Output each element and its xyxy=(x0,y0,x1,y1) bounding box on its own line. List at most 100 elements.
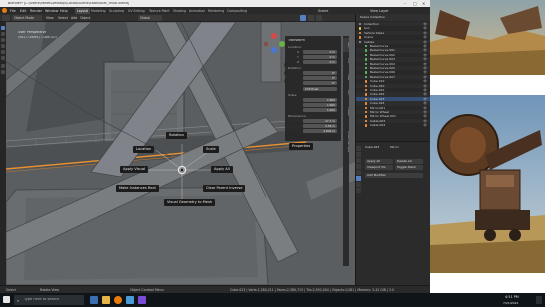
dimensions-x-field[interactable]: 17.7 m xyxy=(303,119,337,124)
viewport-vis-button[interactable]: Viewport Vis xyxy=(365,165,393,170)
browser-icon[interactable] xyxy=(126,296,134,304)
material-shading-button[interactable] xyxy=(308,15,314,21)
header-select-menu[interactable]: Select xyxy=(58,16,68,20)
annotate-tool-icon[interactable] xyxy=(1,64,5,68)
header-add-menu[interactable]: Add xyxy=(71,16,77,20)
scale-x-field[interactable]: 1.000 xyxy=(303,98,337,103)
menu-help[interactable]: Help xyxy=(60,9,68,13)
object-type-icon xyxy=(365,111,368,114)
move-tool-icon[interactable] xyxy=(1,38,5,42)
dimensions-y-field[interactable]: 4.59 m xyxy=(303,124,337,129)
transform-tool-icon[interactable] xyxy=(1,56,5,60)
workspace-tab-compositing[interactable]: Compositing xyxy=(227,9,247,13)
sidebar-tab-item[interactable]: Item xyxy=(343,38,349,52)
pie-item-rotation[interactable]: Rotation xyxy=(166,132,188,139)
sidebar-tab-screencast-keys[interactable]: Screencast Keys xyxy=(343,122,349,162)
sidebar-tab-create[interactable]: Create xyxy=(343,102,349,120)
workspace-tab-shading[interactable]: Shading xyxy=(173,9,186,13)
pie-item-scale[interactable]: Scale xyxy=(203,146,219,153)
pie-item-visual-geometry-to-mesh[interactable]: Visual Geometry to Mesh xyxy=(164,199,216,206)
blender-logo-icon[interactable] xyxy=(2,8,7,13)
workspace-tab-modeling[interactable]: Modeling xyxy=(91,9,106,13)
workspace-tab-animation[interactable]: Animation xyxy=(189,9,205,13)
location-z-field[interactable]: 0 m xyxy=(303,60,337,65)
properties-tab-output-icon[interactable] xyxy=(356,158,361,163)
start-button-icon[interactable] xyxy=(3,296,10,303)
measure-tool-icon[interactable] xyxy=(1,70,5,74)
outliner-header: Scene Collection xyxy=(356,14,431,21)
workspace-tab-uv-editing[interactable]: UV Editing xyxy=(128,9,145,13)
toggle-stack-button[interactable]: Toggle Stack xyxy=(395,165,423,170)
close-button[interactable]: ✕ xyxy=(422,1,425,6)
workspace-tab-rendering[interactable]: Rendering xyxy=(208,9,224,13)
cursor-tool-icon[interactable] xyxy=(1,32,5,36)
outliner-item[interactable]: Cable.004 👁 xyxy=(356,123,431,127)
properties-tab-physics-icon[interactable] xyxy=(356,188,361,193)
scale-z-field[interactable]: 1.000 xyxy=(303,108,337,113)
sidebar-tab-view[interactable]: View xyxy=(343,70,349,84)
scene-selector[interactable]: Scene xyxy=(318,9,328,13)
object-type-icon xyxy=(365,45,368,48)
solid-shading-button[interactable] xyxy=(300,15,306,21)
workspace-tab-sculpting[interactable]: Sculpting xyxy=(109,9,124,13)
search-icon: ⌕ xyxy=(17,298,20,303)
rotation-mode-dropdown[interactable]: XYZ Euler xyxy=(303,87,337,92)
select-box-tool-icon[interactable] xyxy=(1,26,5,30)
scale-y-field[interactable]: 1.000 xyxy=(303,103,337,108)
menu-file[interactable]: File xyxy=(10,9,16,13)
sidebar-tab-edit[interactable]: Edit xyxy=(343,86,349,100)
pie-item-location[interactable]: Location xyxy=(133,146,155,153)
mode-dropdown[interactable]: Object Mode xyxy=(12,15,42,21)
rotation-x-field[interactable]: 0° xyxy=(303,71,337,76)
menu-window[interactable]: Window xyxy=(45,9,58,13)
dimensions-z-field[interactable]: 4.804 m xyxy=(303,129,337,134)
scale-tool-icon[interactable] xyxy=(1,50,5,54)
pie-item-properties[interactable]: Properties xyxy=(289,143,314,150)
minimize-button[interactable]: – xyxy=(404,1,406,6)
taskbar-search-box[interactable]: ⌕ Type here to search xyxy=(14,295,84,305)
sidebar-tab-tool[interactable]: Tool xyxy=(343,54,349,68)
clock-date[interactable]: 7/21/2021 xyxy=(503,301,518,305)
properties-tab-scene-icon[interactable] xyxy=(356,164,361,169)
app-icon[interactable] xyxy=(138,296,146,304)
object-type-icon xyxy=(365,58,368,61)
header-view-menu[interactable]: View xyxy=(46,16,54,20)
properties-tab-modifier-icon[interactable] xyxy=(356,176,361,181)
properties-object-name: Cube.023 xyxy=(365,146,380,149)
add-modifier-button[interactable]: Add Modifier xyxy=(365,173,423,178)
rendered-shading-button[interactable] xyxy=(316,15,322,21)
status-middle-hint: Rotate View xyxy=(40,288,60,292)
view-name-overlay: User Perspective xyxy=(18,31,47,34)
file-explorer-icon[interactable] xyxy=(102,296,110,304)
menu-edit[interactable]: Edit xyxy=(20,9,27,13)
transform-orientation-dropdown[interactable]: Global xyxy=(138,15,162,21)
pie-item-clear-parent-inverse[interactable]: Clear Parent Inverse xyxy=(203,185,246,192)
pie-item-apply-all[interactable]: Apply All xyxy=(211,166,233,173)
maximize-button[interactable]: □ xyxy=(413,1,417,6)
visibility-eye-icon[interactable]: 👁 xyxy=(423,123,427,127)
properties-tab-object-icon[interactable] xyxy=(356,170,361,175)
object-type-icon xyxy=(365,75,368,79)
pie-item-apply-visual[interactable]: Apply Visual xyxy=(120,166,149,173)
workspace-tab-texture-paint[interactable]: Texture Paint xyxy=(149,9,170,13)
properties-tab-render-icon[interactable] xyxy=(356,152,361,157)
location-x-field[interactable]: 0 m xyxy=(303,50,337,55)
location-y-field[interactable]: 0 m xyxy=(303,55,337,60)
apply-all-button[interactable]: Apply All xyxy=(365,159,393,164)
clock-time[interactable]: 4:51 PM xyxy=(505,295,519,299)
transform-panel-title: Transform xyxy=(288,39,305,42)
pie-item-make-instances-real[interactable]: Make Instances Real xyxy=(116,185,159,192)
properties-tab-tool-icon[interactable] xyxy=(356,146,361,151)
task-view-icon[interactable] xyxy=(90,296,98,304)
rotation-y-field[interactable]: 0° xyxy=(303,76,337,81)
view-layer-selector[interactable]: View Layer xyxy=(370,9,389,13)
rotate-tool-icon[interactable] xyxy=(1,44,5,48)
properties-tab-particles-icon[interactable] xyxy=(356,182,361,187)
menu-render[interactable]: Render xyxy=(30,9,42,13)
notifications-icon[interactable] xyxy=(536,296,542,304)
rotation-z-field[interactable]: 0° xyxy=(303,81,337,86)
header-object-menu[interactable]: Object xyxy=(80,16,90,20)
delete-all-button[interactable]: Delete All xyxy=(395,159,423,164)
blender-taskbar-icon[interactable] xyxy=(114,296,122,304)
editor-type-button[interactable] xyxy=(2,15,10,21)
